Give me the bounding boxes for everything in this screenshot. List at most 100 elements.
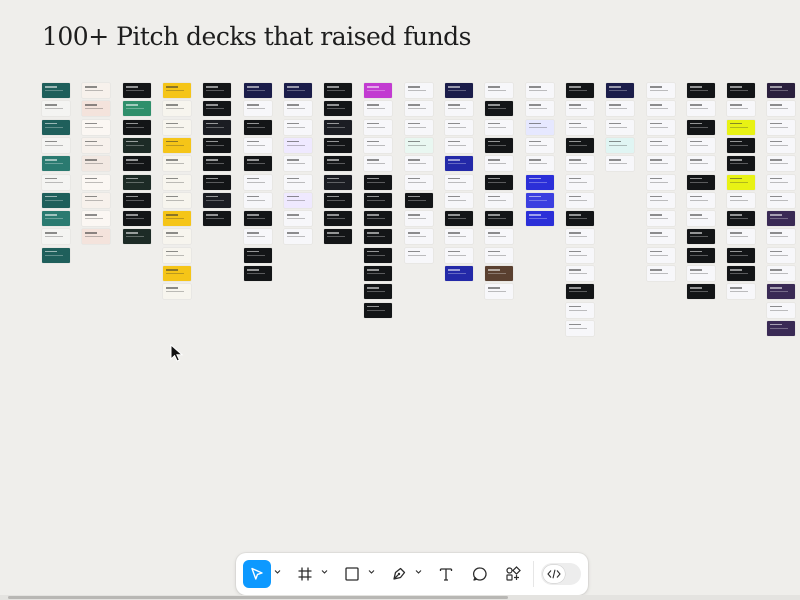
slide-thumbnail[interactable] (767, 302, 796, 318)
slide-thumbnail[interactable] (565, 174, 594, 190)
slide-thumbnail[interactable] (42, 119, 70, 135)
move-tool[interactable] (243, 560, 271, 588)
slide-thumbnail[interactable] (767, 284, 796, 300)
slide-thumbnail[interactable] (42, 137, 70, 153)
slide-thumbnail[interactable] (606, 83, 635, 98)
slide-thumbnail[interactable] (82, 211, 111, 227)
slide-thumbnail[interactable] (82, 137, 111, 153)
slide-thumbnail[interactable] (243, 211, 272, 227)
slide-thumbnail[interactable] (646, 247, 675, 263)
slide-thumbnail[interactable] (445, 101, 473, 117)
slide-thumbnail[interactable] (525, 119, 554, 135)
slide-thumbnail[interactable] (606, 101, 635, 117)
slide-thumbnail[interactable] (404, 119, 433, 135)
slide-thumbnail[interactable] (646, 229, 675, 245)
slide-thumbnail[interactable] (42, 229, 70, 245)
slide-thumbnail[interactable] (324, 156, 353, 172)
slide-thumbnail[interactable] (162, 101, 191, 117)
slide-thumbnail[interactable] (203, 156, 232, 172)
slide-thumbnail[interactable] (686, 83, 715, 98)
slide-thumbnail[interactable] (404, 211, 433, 227)
slide-thumbnail[interactable] (283, 101, 312, 117)
slide-thumbnail[interactable] (767, 83, 796, 98)
slide-thumbnail[interactable] (525, 156, 554, 172)
slide-thumbnail[interactable] (727, 211, 756, 227)
slide-thumbnail[interactable] (122, 156, 151, 172)
slide-thumbnail[interactable] (445, 192, 473, 208)
slide-thumbnail[interactable] (686, 174, 715, 190)
slide-thumbnail[interactable] (243, 137, 272, 153)
slide-thumbnail[interactable] (525, 211, 554, 227)
slide-thumbnail[interactable] (404, 83, 433, 98)
slide-thumbnail[interactable] (565, 284, 594, 300)
slide-thumbnail[interactable] (364, 284, 393, 300)
slide-thumbnail[interactable] (485, 83, 514, 98)
slide-thumbnail[interactable] (727, 284, 756, 300)
slide-thumbnail[interactable] (606, 156, 635, 172)
slide-thumbnail[interactable] (445, 83, 473, 98)
slide-thumbnail[interactable] (243, 266, 272, 281)
slide-thumbnail[interactable] (404, 229, 433, 245)
slide-thumbnail[interactable] (283, 229, 312, 245)
slide-thumbnail[interactable] (485, 266, 514, 281)
slide-thumbnail[interactable] (404, 101, 433, 117)
frame-tool[interactable] (293, 560, 317, 588)
slide-thumbnail[interactable] (324, 119, 353, 135)
slide-thumbnail[interactable] (324, 211, 353, 227)
slide-thumbnail[interactable] (686, 229, 715, 245)
slide-thumbnail[interactable] (283, 211, 312, 227)
slide-thumbnail[interactable] (162, 211, 191, 227)
slide-thumbnail[interactable] (767, 156, 796, 172)
slide-thumbnail[interactable] (122, 83, 151, 98)
slide-thumbnail[interactable] (767, 320, 796, 336)
slide-thumbnail[interactable] (727, 247, 756, 263)
slide-thumbnail[interactable] (525, 174, 554, 190)
slide-thumbnail[interactable] (42, 101, 70, 117)
slide-thumbnail[interactable] (324, 101, 353, 117)
slide-thumbnail[interactable] (162, 156, 191, 172)
slide-thumbnail[interactable] (646, 266, 675, 281)
slide-thumbnail[interactable] (686, 284, 715, 300)
slide-thumbnail[interactable] (404, 137, 433, 153)
slide-thumbnail[interactable] (565, 101, 594, 117)
slide-thumbnail[interactable] (364, 174, 393, 190)
slide-thumbnail[interactable] (404, 174, 433, 190)
slide-thumbnail[interactable] (122, 119, 151, 135)
slide-thumbnail[interactable] (727, 137, 756, 153)
slide-thumbnail[interactable] (485, 119, 514, 135)
slide-thumbnail[interactable] (445, 174, 473, 190)
slide-thumbnail[interactable] (646, 137, 675, 153)
slide-thumbnail[interactable] (686, 156, 715, 172)
slide-thumbnail[interactable] (485, 247, 514, 263)
slide-thumbnail[interactable] (727, 119, 756, 135)
slide-thumbnail[interactable] (686, 192, 715, 208)
slide-thumbnail[interactable] (565, 302, 594, 318)
slide-thumbnail[interactable] (364, 192, 393, 208)
slide-thumbnail[interactable] (122, 137, 151, 153)
slide-thumbnail[interactable] (203, 83, 232, 98)
slide-thumbnail[interactable] (82, 83, 111, 98)
horizontal-scrollbar-thumb[interactable] (8, 596, 508, 599)
slide-thumbnail[interactable] (82, 174, 111, 190)
slide-thumbnail[interactable] (364, 266, 393, 281)
slide-thumbnail[interactable] (162, 174, 191, 190)
slide-thumbnail[interactable] (404, 247, 433, 263)
slide-thumbnail[interactable] (82, 192, 111, 208)
slide-thumbnail[interactable] (82, 101, 111, 117)
slide-thumbnail[interactable] (162, 83, 191, 98)
slide-thumbnail[interactable] (727, 229, 756, 245)
slide-thumbnail[interactable] (565, 192, 594, 208)
slide-thumbnail[interactable] (525, 137, 554, 153)
slide-thumbnail[interactable] (565, 266, 594, 281)
slide-thumbnail[interactable] (646, 211, 675, 227)
slide-thumbnail[interactable] (646, 156, 675, 172)
slide-thumbnail[interactable] (565, 137, 594, 153)
slide-thumbnail[interactable] (243, 101, 272, 117)
slide-thumbnail[interactable] (485, 284, 514, 300)
slide-thumbnail[interactable] (565, 229, 594, 245)
slide-thumbnail[interactable] (727, 174, 756, 190)
slide-thumbnail[interactable] (606, 137, 635, 153)
text-tool[interactable] (434, 560, 458, 588)
slide-thumbnail[interactable] (364, 247, 393, 263)
slide-thumbnail[interactable] (404, 156, 433, 172)
